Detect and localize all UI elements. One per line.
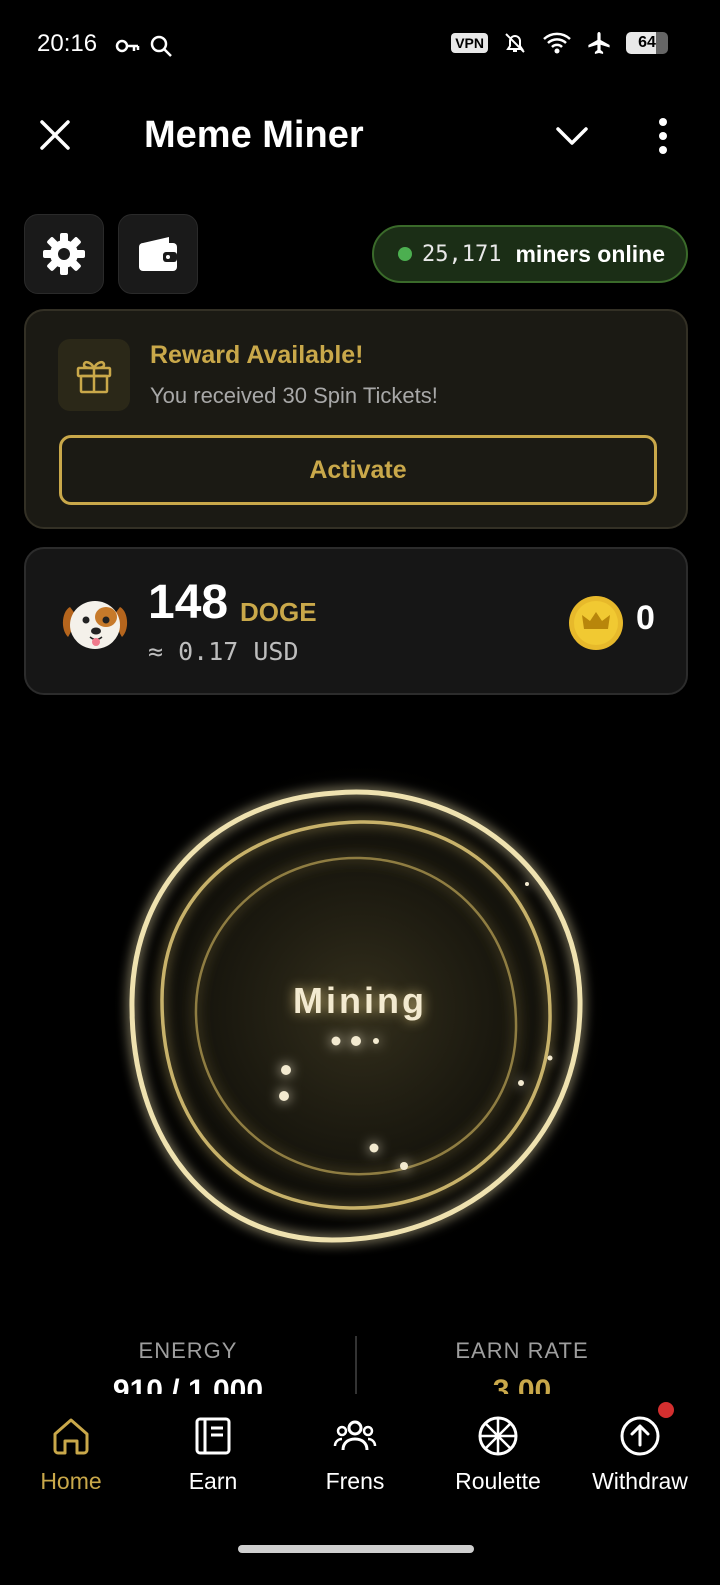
online-status-dot — [398, 247, 412, 261]
reward-title: Reward Available! — [150, 341, 364, 369]
app-title: Meme Miner — [144, 114, 364, 156]
balance-usd: ≈ 0.17 USD — [148, 637, 299, 666]
nav-roulette-label: Roulette — [455, 1468, 541, 1494]
doge-avatar-icon — [62, 601, 128, 649]
reward-subtitle: You received 30 Spin Tickets! — [150, 383, 438, 408]
energy-value: 910 / 1,000 — [112, 1374, 264, 1396]
gift-icon — [76, 360, 112, 394]
app-header: Meme Miner — [0, 100, 720, 172]
mining-status-label: Mining — [293, 980, 427, 1021]
wallet-icon — [139, 237, 177, 271]
earn-rate-label: EARN RATE — [455, 1338, 589, 1363]
stats-divider — [355, 1336, 357, 1396]
nav-withdraw-label: Withdraw — [592, 1468, 688, 1494]
home-indicator[interactable] — [238, 1545, 474, 1553]
online-label: miners online — [515, 240, 666, 267]
bell-off-icon — [505, 33, 525, 53]
earn-rate-value: 3.00 — [492, 1374, 552, 1396]
coin-count: 0 — [636, 599, 655, 637]
gear-icon — [43, 233, 85, 275]
more-vertical-icon[interactable] — [648, 114, 678, 158]
battery-indicator: 64 — [626, 32, 668, 54]
status-time: 20:16 — [37, 30, 98, 57]
earn-rate-stat: EARN RATE 3.00 — [372, 1338, 672, 1396]
miners-online-badge: 25,171 miners online — [372, 225, 688, 283]
close-icon[interactable] — [34, 114, 76, 156]
online-count: 25,171 — [422, 241, 502, 267]
nav-home-label: Home — [40, 1468, 102, 1494]
search-icon — [150, 35, 172, 57]
withdraw-notification-dot — [658, 1402, 674, 1418]
energy-stat: ENERGY 910 / 1,000 — [38, 1338, 338, 1396]
nav-frens-label: Frens — [325, 1468, 385, 1494]
nav-withdraw[interactable]: Withdraw — [570, 1414, 710, 1495]
mining-orb[interactable]: Mining — [100, 755, 620, 1280]
roulette-wheel-icon — [478, 1416, 518, 1456]
nav-earn[interactable]: Earn — [143, 1414, 283, 1495]
settings-button[interactable] — [24, 214, 104, 294]
crown-coin-icon — [569, 596, 623, 650]
balance-amount: 148 — [148, 576, 229, 629]
key-icon — [115, 39, 140, 53]
nav-earn-label: Earn — [188, 1468, 238, 1494]
airplane-icon — [588, 32, 610, 54]
nav-roulette[interactable]: Roulette — [428, 1414, 568, 1495]
activate-button[interactable]: Activate — [59, 435, 657, 505]
withdraw-arrow-icon — [620, 1416, 660, 1456]
notebook-icon — [195, 1417, 231, 1455]
gift-icon-container — [58, 339, 130, 411]
energy-label: ENERGY — [138, 1338, 238, 1363]
vpn-badge: VPN — [451, 33, 488, 53]
reward-card: Reward Available! You received 30 Spin T… — [24, 309, 688, 529]
status-bar: 20:16 VPN 64 — [0, 0, 720, 92]
wallet-button[interactable] — [118, 214, 198, 294]
chevron-down-icon[interactable] — [552, 116, 592, 156]
wifi-icon — [543, 32, 571, 54]
nav-frens[interactable]: Frens — [285, 1414, 425, 1495]
home-icon — [53, 1418, 89, 1455]
balance-card: 148 DOGE ≈ 0.17 USD 0 — [24, 547, 688, 695]
balance-unit: DOGE — [240, 597, 317, 627]
bottom-nav: Home Earn Frens Roulette Withdraw — [0, 1394, 720, 1585]
nav-home[interactable]: Home — [1, 1414, 141, 1495]
friends-icon — [333, 1420, 377, 1451]
